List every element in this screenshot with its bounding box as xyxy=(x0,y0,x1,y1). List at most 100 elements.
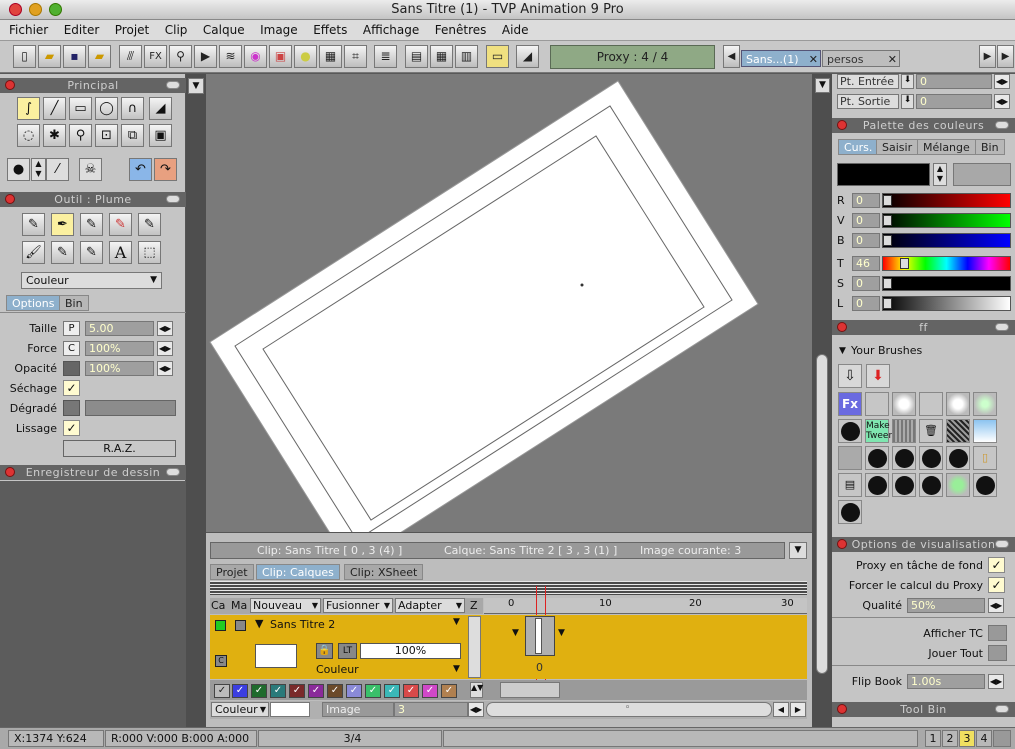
merge-dropdown[interactable]: Fusionner ▼ xyxy=(323,598,393,613)
slider-handle[interactable] xyxy=(883,235,892,246)
channel-l-field[interactable]: 0 xyxy=(852,296,880,311)
brushes-expand-icon[interactable]: ▼ xyxy=(839,346,846,356)
layer-row[interactable]: C ▼ Sans Titre 2 ▼ 🔒 LT 100% Couleur ▼ ▼… xyxy=(210,615,807,679)
open-folder-icon[interactable]: ▰ xyxy=(38,45,61,68)
import-brush-icon[interactable]: ⇩ xyxy=(838,364,862,388)
curve-tool-icon[interactable]: ∩ xyxy=(121,97,144,120)
brush-dot-icon[interactable]: ● xyxy=(7,158,30,181)
scroll-thumb[interactable] xyxy=(816,354,828,674)
canvas-vertical-scrollbar[interactable]: ▼ xyxy=(812,74,832,727)
brush-preset[interactable] xyxy=(865,392,889,416)
rectangle-tool-icon[interactable]: ▭ xyxy=(69,97,92,120)
qualite-spinner-icon[interactable]: ◀▶ xyxy=(988,598,1004,613)
close-panel-icon[interactable] xyxy=(5,194,15,204)
close-panel-icon[interactable] xyxy=(837,704,847,714)
color-bin-maroon[interactable]: ✓ xyxy=(289,684,305,698)
layer-scrollbar[interactable] xyxy=(468,616,481,678)
layer-stack-icon[interactable]: ≣ xyxy=(374,45,397,68)
color-bin-brown[interactable]: ✓ xyxy=(327,684,343,698)
monitor-icon[interactable]: ▭ xyxy=(486,45,509,68)
marker-icon[interactable]: ✎ xyxy=(109,213,132,236)
color-bin-pink[interactable]: ✓ xyxy=(422,684,438,698)
drawing-canvas[interactable] xyxy=(206,74,812,532)
fill-tool-icon[interactable]: ◢ xyxy=(149,97,172,120)
out-point-marker-icon[interactable]: ▼ xyxy=(558,628,565,638)
text-tool-icon[interactable]: A xyxy=(109,241,132,264)
layer-mask-toggle[interactable] xyxy=(235,620,246,631)
taille-spinner-icon[interactable]: ◀▶ xyxy=(157,321,173,336)
brush-preset[interactable] xyxy=(973,419,997,443)
page-4-button[interactable]: 4 xyxy=(976,730,992,747)
flipbook-spinner-icon[interactable]: ◀▶ xyxy=(988,674,1004,689)
resize-grip[interactable] xyxy=(993,730,1011,747)
timeline-horizontal-scrollbar[interactable]: ◦ xyxy=(486,702,772,717)
minimize-window-icon[interactable] xyxy=(29,3,42,16)
layer-thumbnail[interactable] xyxy=(255,644,297,668)
in-point-marker-icon[interactable]: ▼ xyxy=(512,628,519,638)
brush-preset[interactable] xyxy=(865,473,889,497)
brush-preset[interactable] xyxy=(946,419,970,443)
collapse-panel-icon[interactable] xyxy=(166,195,180,203)
tab-clip-xsheet[interactable]: Clip: XSheet xyxy=(344,564,424,580)
color-bin-teal[interactable]: ✓ xyxy=(270,684,286,698)
light-table-toggle[interactable]: LT xyxy=(338,643,357,659)
channel-t-field[interactable]: 46 xyxy=(852,256,880,271)
close-tab-icon[interactable]: ✕ xyxy=(809,51,818,68)
slider-handle[interactable] xyxy=(883,195,892,206)
brush-preset[interactable] xyxy=(892,392,916,416)
timeline-drag-bar[interactable] xyxy=(210,581,807,595)
brush-preset[interactable] xyxy=(919,473,943,497)
tab-options[interactable]: Options xyxy=(6,295,61,311)
slider-handle[interactable] xyxy=(883,298,892,309)
channel-s-slider[interactable] xyxy=(882,276,1011,291)
new-document-icon[interactable]: ▯ xyxy=(13,45,36,68)
brush-preset[interactable] xyxy=(973,473,997,497)
tab-palette-bin[interactable]: Bin xyxy=(975,139,1005,155)
fx-button[interactable]: FX xyxy=(144,45,167,68)
warp-tool-icon[interactable]: ⧉ xyxy=(121,124,144,147)
brush-preset[interactable] xyxy=(892,419,916,443)
color-bin-darkgreen[interactable]: ✓ xyxy=(251,684,267,698)
timeline-color-preview[interactable] xyxy=(270,702,310,717)
close-panel-icon[interactable] xyxy=(837,539,847,549)
scroll-left-arrow-icon[interactable]: ◀ xyxy=(773,702,789,717)
afficher-tc-checkbox[interactable] xyxy=(988,625,1007,641)
collapse-panel-icon[interactable] xyxy=(166,81,180,89)
color-wheel-icon[interactable]: ◉ xyxy=(244,45,267,68)
force-pressure-mode[interactable]: C xyxy=(63,341,80,356)
scroll-right-arrow-icon[interactable]: ▶ xyxy=(790,702,806,717)
lissage-checkbox[interactable]: ✓ xyxy=(63,420,80,436)
brush-preset[interactable] xyxy=(838,500,862,524)
slider-handle[interactable] xyxy=(883,278,892,289)
current-color-swatch[interactable] xyxy=(837,163,930,186)
eyedropper-icon[interactable]: ⁄ xyxy=(46,158,69,181)
frame-ruler[interactable]: 0 10 20 30 xyxy=(484,586,807,681)
channel-r-field[interactable]: 0 xyxy=(852,193,880,208)
color-bin-check[interactable]: ✓ xyxy=(214,684,230,698)
channel-v-slider[interactable] xyxy=(882,213,1011,228)
layer-visible-toggle[interactable] xyxy=(215,620,226,631)
channel-t-slider[interactable] xyxy=(882,256,1011,271)
collapse-panel-icon[interactable] xyxy=(995,121,1009,129)
menu-fenetres[interactable]: Fenêtres xyxy=(429,20,493,41)
brush-preset[interactable] xyxy=(919,392,943,416)
channel-b-field[interactable]: 0 xyxy=(852,233,880,248)
view-layers-icon[interactable]: ▤ xyxy=(405,45,428,68)
save-icon[interactable]: ▪ xyxy=(63,45,86,68)
blur-brush-icon[interactable]: ✎ xyxy=(80,241,103,264)
crop-icon[interactable]: ⌗ xyxy=(344,45,367,68)
menu-projet[interactable]: Projet xyxy=(109,20,155,41)
page-1-button[interactable]: 1 xyxy=(925,730,941,747)
menu-editer[interactable]: Editer xyxy=(58,20,106,41)
brush-preset[interactable] xyxy=(946,446,970,470)
menu-calque[interactable]: Calque xyxy=(197,20,251,41)
force-field[interactable]: 100% xyxy=(85,341,154,356)
color-bin-red[interactable]: ✓ xyxy=(403,684,419,698)
pt-entree-field[interactable]: 0 xyxy=(916,74,992,89)
taille-field[interactable]: 5.00 xyxy=(85,321,154,336)
tab-prev-arrow-icon[interactable]: ◀ xyxy=(723,45,740,68)
swap-color-arrows-icon[interactable]: ▲ ▼ xyxy=(933,163,947,186)
pt-sortie-spinner-icon[interactable]: ◀▶ xyxy=(994,94,1010,109)
menu-effets[interactable]: Effets xyxy=(307,20,353,41)
image-spinner-icon[interactable]: ◀▶ xyxy=(468,702,484,717)
